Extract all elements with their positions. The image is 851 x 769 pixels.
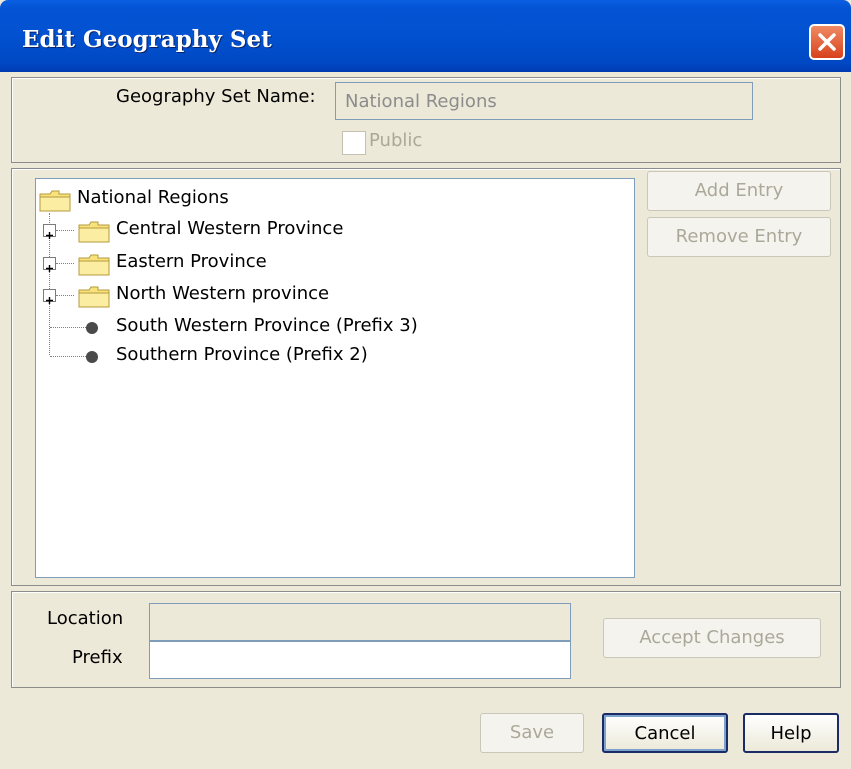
folder-icon — [78, 254, 110, 276]
title-bar[interactable]: Edit Geography Set — [0, 0, 851, 72]
location-label: Location — [47, 608, 124, 629]
tree-connector — [56, 295, 74, 296]
save-button[interactable]: Save — [480, 713, 584, 753]
tree-item-label: Southern Province (Prefix 2) — [116, 344, 368, 365]
add-entry-button[interactable]: Add Entry — [647, 171, 831, 211]
expand-plus-icon[interactable] — [43, 224, 56, 239]
tree-root[interactable]: National Regions — [36, 187, 436, 213]
location-field[interactable] — [149, 603, 571, 641]
folder-icon — [78, 221, 110, 243]
help-button[interactable]: Help — [743, 713, 839, 753]
tree-item-label: North Western province — [116, 283, 330, 304]
tree-connector — [50, 327, 86, 328]
expand-plus-icon[interactable] — [43, 289, 56, 304]
tree-item[interactable]: Southern Province (Prefix 2) — [36, 344, 536, 370]
header-panel: Geography Set Name: National Regions Pub… — [11, 77, 841, 163]
leaf-node-icon — [86, 322, 98, 334]
edit-geography-set-dialog: Edit Geography Set Geography Set Name: N… — [0, 0, 851, 769]
tree-item[interactable]: Eastern Province — [36, 251, 536, 277]
tree-connector — [56, 263, 74, 264]
accept-changes-button[interactable]: Accept Changes — [603, 618, 821, 658]
remove-entry-button[interactable]: Remove Entry — [647, 217, 831, 257]
public-label: Public — [369, 130, 423, 151]
public-checkbox[interactable] — [342, 131, 366, 155]
tree-item[interactable]: North Western province — [36, 283, 536, 309]
window-title: Edit Geography Set — [22, 26, 272, 53]
close-icon — [818, 33, 836, 51]
geography-set-name-label: Geography Set Name: — [116, 86, 316, 107]
tree-item[interactable]: South Western Province (Prefix 3) — [36, 315, 536, 341]
cancel-button[interactable]: Cancel — [602, 713, 728, 753]
prefix-field[interactable] — [149, 641, 571, 679]
tree-root-label: National Regions — [77, 187, 229, 208]
geography-tree[interactable]: National Regions Central Western Provinc… — [35, 178, 635, 578]
tree-item-label: Central Western Province — [116, 218, 344, 239]
entry-panel: Location Prefix Accept Changes — [11, 591, 841, 688]
tree-item[interactable]: Central Western Province — [36, 218, 536, 244]
folder-icon — [78, 286, 110, 308]
tree-item-label: Eastern Province — [116, 251, 267, 272]
leaf-node-icon — [86, 351, 98, 363]
expand-plus-icon[interactable] — [43, 257, 56, 272]
prefix-label: Prefix — [72, 647, 123, 668]
geography-set-name-field[interactable]: National Regions — [335, 82, 753, 120]
tree-connector — [56, 230, 74, 231]
geography-set-name-value: National Regions — [345, 91, 497, 112]
close-button[interactable] — [809, 24, 845, 60]
folder-icon — [39, 190, 71, 212]
tree-item-label: South Western Province (Prefix 3) — [116, 315, 418, 336]
tree-connector — [50, 356, 86, 357]
